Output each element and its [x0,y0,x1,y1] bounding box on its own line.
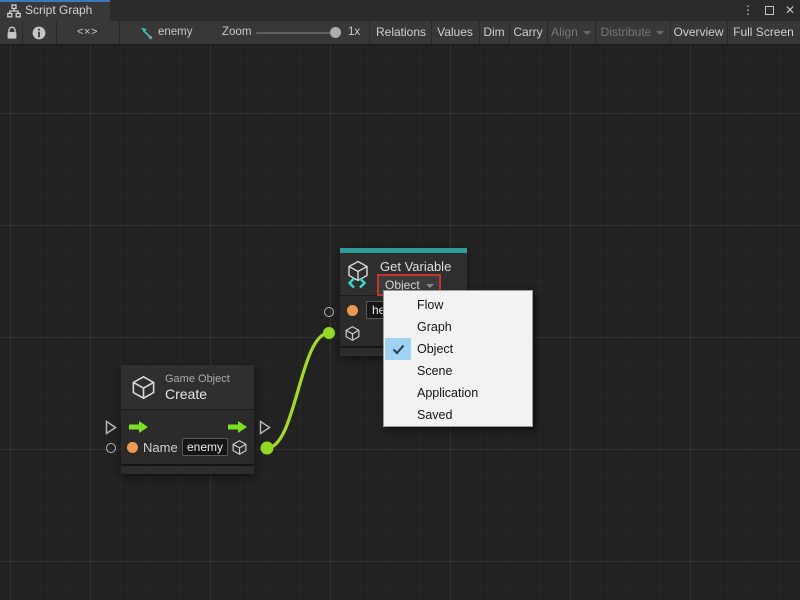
carry-button[interactable]: Carry [509,21,547,44]
zoom-slider-track[interactable] [256,32,334,34]
create-node-body: Name enemy [121,410,254,464]
graph-toolbar: <×> enemy Zoom 1x Relations Values Dim C… [0,21,800,45]
gameobject-port-icon[interactable] [344,325,361,342]
check-icon [392,344,405,355]
node-title: Create [165,386,207,402]
menu-item-flow[interactable]: Flow [384,294,532,316]
menu-item-label: Scene [417,364,452,378]
flow-in-port[interactable] [105,420,117,435]
name-port-label: Name [143,440,178,455]
tab-bar: Script Graph ⋮ ✕ [0,0,800,21]
flow-out-arrow-icon[interactable] [227,420,248,434]
graph-name-label: enemy [158,21,193,44]
dim-button[interactable]: Dim [479,21,509,44]
code-brackets-icon [348,277,366,289]
zoom-value: 1x [348,21,360,44]
caret-down-icon [426,284,434,288]
graph-asset-icon [139,26,153,40]
node-title: Get Variable [380,259,451,274]
flow-in-arrow-icon[interactable] [128,420,149,434]
selected-check-highlight [385,338,411,360]
get-variable-name-port[interactable] [324,307,334,317]
align-label: Align [551,25,578,39]
window-controls: ⋮ ✕ [742,0,795,21]
menu-item-label: Graph [417,320,452,334]
menu-item-graph[interactable]: Graph [384,316,532,338]
distribute-button: Distribute [595,21,670,44]
wire-endpoint-output [261,442,274,455]
zoom-label: Zoom [222,21,251,44]
overview-button[interactable]: Overview [670,21,727,44]
code-view-icon[interactable]: <×> [56,21,119,44]
script-graph-window: Script Graph ⋮ ✕ <×> [0,0,800,600]
tab-title: Script Graph [25,0,92,21]
menu-item-scene[interactable]: Scene [384,360,532,382]
menu-item-saved[interactable]: Saved [384,404,532,426]
wire-endpoint-input [323,327,335,339]
caret-down-icon [583,31,591,35]
menu-item-label: Saved [417,408,452,422]
variable-kind-menu: Flow Graph Object Scene Application Save… [383,290,533,427]
close-icon[interactable]: ✕ [785,0,795,21]
name-input-port[interactable] [106,443,116,453]
toolbar-divider [22,21,23,44]
menu-item-label: Application [417,386,478,400]
node-category: Game Object [165,373,230,385]
graph-hierarchy-icon [7,4,21,18]
toolbar-divider [369,21,370,44]
window-menu-icon[interactable]: ⋮ [742,0,754,21]
tab-script-graph[interactable]: Script Graph [0,0,110,21]
menu-item-label: Object [417,342,453,356]
create-node-footer [121,466,254,474]
name-input-field[interactable]: enemy [182,438,228,456]
flow-out-port[interactable] [259,420,271,435]
lock-icon[interactable] [6,26,18,40]
gameobject-cube-icon [130,374,157,401]
create-node-header: Game Object Create [121,365,254,410]
string-port-dot[interactable] [347,305,358,316]
fullscreen-button[interactable]: Full Screen [727,21,800,44]
menu-item-application[interactable]: Application [384,382,532,404]
menu-item-object[interactable]: Object [384,338,532,360]
string-port-dot[interactable] [127,442,138,453]
values-button[interactable]: Values [431,21,479,44]
relations-button[interactable]: Relations [371,21,431,44]
align-button: Align [547,21,595,44]
graph-canvas[interactable]: Get Variable Object he [0,45,800,600]
info-icon[interactable] [32,26,46,40]
zoom-slider-knob[interactable] [330,27,341,38]
gameobject-output-icon[interactable] [231,439,248,456]
caret-down-icon [656,31,664,35]
create-gameobject-node[interactable]: Game Object Create Name enemy [121,365,254,474]
menu-item-label: Flow [417,298,443,312]
distribute-label: Distribute [601,25,652,39]
maximize-icon[interactable] [765,6,774,15]
toolbar-divider [119,21,120,44]
